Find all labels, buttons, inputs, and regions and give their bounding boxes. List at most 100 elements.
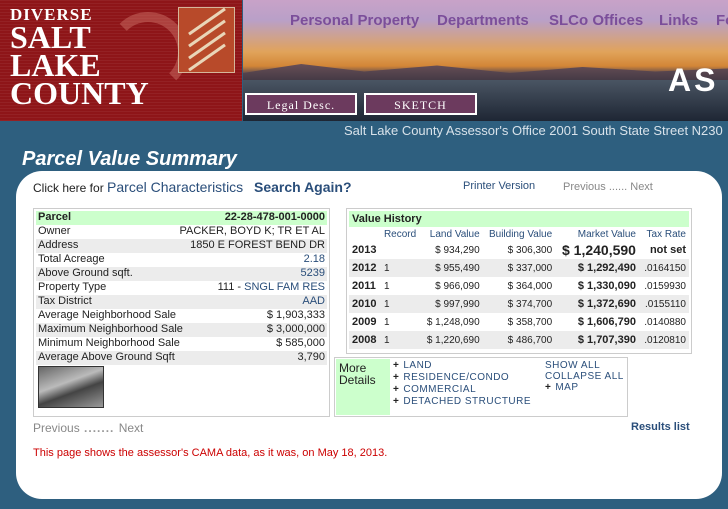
next-link[interactable]: Next (119, 421, 144, 435)
show-all-link[interactable]: SHOW ALL (545, 360, 624, 371)
property-type-code: 111 - (217, 281, 245, 293)
search-again-link[interactable]: Search Again? (254, 179, 352, 195)
detail-residence[interactable]: + RESIDENCE/CONDO (393, 372, 531, 384)
parcel-number: 22-28-478-001-0000 (224, 211, 325, 223)
value-history-title: Value History (349, 211, 689, 227)
detail-commercial[interactable]: + COMMERCIAL (393, 384, 531, 396)
field-label: Average Neighborhood Sale (38, 309, 177, 321)
nav-links[interactable]: Links (659, 12, 698, 29)
field-label: Maximum Neighborhood Sale (38, 323, 183, 335)
county-logo[interactable]: DIVERSE SALT LAKE COUNTY (0, 0, 242, 121)
detail-label: RESIDENCE/CONDO (403, 372, 510, 383)
nav-departments[interactable]: Departments (437, 12, 529, 29)
nav-personal-property[interactable]: Personal Property (290, 12, 419, 29)
market-value: $ 1,372,690 (555, 295, 639, 313)
property-type-link[interactable]: SNGL FAM RES (244, 281, 325, 293)
col-record: Record (383, 228, 417, 240)
sqft-row: Above Ground sqft. 5239 (36, 267, 327, 281)
year: 2011 (352, 280, 376, 292)
address-row: Address 1850 E FOREST BEND DR (36, 239, 327, 253)
previous-link[interactable]: Previous (563, 181, 606, 193)
land-value: $ 955,490 (421, 259, 483, 277)
details-list: + LAND + RESIDENCE/CONDO + COMMERCIAL + DETA… (393, 360, 531, 408)
owner-row: Owner PACKER, BOYD K; TR ET AL (36, 225, 327, 239)
value-history-table: Value History Record Land Value Building… (346, 208, 692, 354)
min-sale-row: Minimum Neighborhood Sale $ 585,000 (36, 337, 327, 351)
more-details-box: More Details + LAND + RESIDENCE/CONDO + COM… (334, 357, 628, 417)
click-here-text: Click here for (33, 181, 104, 195)
printer-version-link[interactable]: Printer Version (463, 180, 535, 192)
tax-rate: .0159930 (644, 280, 686, 292)
parcel-characteristics-link[interactable]: Parcel Characteristics (107, 179, 243, 195)
collapse-all-link[interactable]: COLLAPSE ALL (545, 371, 624, 382)
field-label: Total Acreage (38, 253, 105, 265)
field-label: Average Above Ground Sqft (38, 351, 175, 363)
logo-badge-icon (178, 7, 235, 73)
history-row: 2008 1 $ 1,220,690 $ 486,700 $ 1,707,390… (349, 331, 689, 349)
field-label: Address (38, 239, 79, 251)
previous-link[interactable]: Previous (33, 421, 80, 435)
avg-sqft-value: 3,790 (297, 351, 325, 363)
results-list-link[interactable]: Results list (631, 421, 690, 433)
col-market: Market Value (577, 228, 636, 240)
detail-label: COMMERCIAL (403, 384, 477, 395)
year: 2009 (352, 316, 377, 328)
address-value: 1850 E FOREST BEND DR (190, 239, 325, 251)
characteristics-link-row: Click here for Parcel Characteristics (33, 179, 243, 195)
details-label: Details (339, 373, 376, 387)
building-value: $ 358,700 (507, 316, 553, 328)
sketch-button[interactable]: SKETCH (364, 93, 477, 115)
acreage-link[interactable]: 2.18 (304, 253, 325, 267)
tax-rate: not set (649, 244, 686, 256)
sqft-link[interactable]: 5239 (301, 267, 325, 281)
max-sale-row: Maximum Neighborhood Sale $ 3,000,000 (36, 323, 327, 337)
land-value: $ 1,220,690 (421, 331, 483, 349)
tax-district-row: Tax District AAD (36, 295, 327, 309)
year: 2010 (349, 295, 381, 313)
parcel-table: Parcel 22-28-478-001-0000 Owner PACKER, B… (33, 208, 330, 417)
avg-sale-value: $ 1,903,333 (266, 309, 325, 321)
nav-fo[interactable]: Fo (716, 12, 728, 29)
tax-rate: .0164150 (638, 259, 689, 277)
owner-value: PACKER, BOYD K; TR ET AL (179, 225, 326, 237)
pager-dots: ....... (79, 421, 119, 435)
building-value: $ 374,700 (482, 295, 556, 313)
col-year (349, 227, 381, 241)
col-land: Land Value (429, 228, 480, 240)
nav-slco-offices[interactable]: SLCo Offices (549, 12, 643, 29)
year: 2008 (349, 331, 381, 349)
col-tax: Tax Rate (646, 228, 686, 240)
history-row: 2012 1 $ 955,490 $ 337,000 $ 1,292,490 .… (349, 259, 689, 277)
history-row: 2011 1 $ 966,090 $ 364,000 $ 1,330,090 .… (349, 277, 689, 295)
market-value: $ 1,240,590 (562, 242, 636, 258)
detail-label: DETACHED STRUCTURE (403, 396, 532, 407)
field-label: Property Type (38, 281, 107, 293)
legal-desc-button[interactable]: Legal Desc. (245, 93, 357, 115)
page-title: Parcel Value Summary (22, 148, 237, 170)
banner-title: AS (668, 62, 719, 98)
logo-line-4: COUNTY (10, 75, 149, 112)
tax-rate: .0120810 (638, 331, 689, 349)
land-value: $ 966,090 (435, 280, 480, 292)
property-photo[interactable] (38, 366, 104, 408)
building-value: $ 364,000 (507, 280, 553, 292)
avg-sqft-row: Average Above Ground Sqft 3,790 (36, 351, 327, 365)
detail-land[interactable]: + LAND (393, 360, 531, 372)
building-value: $ 337,000 (482, 259, 556, 277)
next-link[interactable]: Next (630, 181, 653, 193)
detail-structure[interactable]: + DETACHED STRUCTURE (393, 396, 531, 408)
office-address: Salt Lake County Assessor's Office 2001 … (344, 123, 723, 138)
map-link[interactable]: + MAP (545, 382, 624, 393)
page: DIVERSE SALT LAKE COUNTY Personal Proper… (0, 0, 728, 509)
field-label: Minimum Neighborhood Sale (38, 337, 180, 349)
tax-district-link[interactable]: AAD (302, 295, 325, 309)
building-value: $ 486,700 (482, 331, 556, 349)
market-value: $ 1,292,490 (555, 259, 639, 277)
field-label: Tax District (38, 295, 92, 307)
top-pager: Previous ...... Next (563, 181, 653, 193)
expand-plus-icon: + (393, 372, 400, 383)
land-value: $ 934,290 (435, 244, 480, 256)
parcel-id-row: Parcel 22-28-478-001-0000 (36, 211, 327, 225)
history-header-row: Record Land Value Building Value Market … (349, 227, 689, 241)
year: 2013 (352, 244, 377, 256)
